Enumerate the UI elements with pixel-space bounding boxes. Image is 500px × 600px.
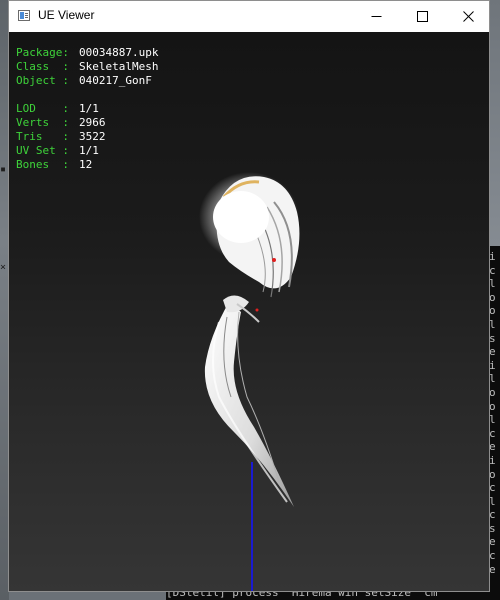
info-label: LOD : [16,102,76,115]
info-value: 2966 [79,116,106,129]
minimize-button[interactable] [353,1,399,32]
title-bar[interactable]: UE Viewer [9,1,489,32]
info-row-tris: Tris : 3522 [16,130,158,144]
3d-viewport[interactable]: Package: 00034887.upk Class : SkeletalMe… [9,32,489,591]
close-button[interactable] [445,1,491,32]
app-icon [18,10,30,21]
ue-viewer-window: UE Viewer Package: 00034887.upk Class: … [8,0,490,592]
info-label: UV Set : [16,144,76,157]
info-label: Class : [16,60,76,73]
info-value: 3522 [79,130,106,143]
window-title: UE Viewer [38,8,95,22]
info-value: 1/1 [79,144,99,157]
info-row-lod: LOD : 1/1 [16,102,158,116]
info-label: Object : [16,74,76,87]
info-row-verts: Verts : 2966 [16,116,158,130]
background-console-text: i c l o o l s e i l o o l c e i o c l c … [489,250,496,576]
close-icon [462,11,474,22]
info-value: SkeletalMesh [79,60,159,73]
info-label: Verts : [16,116,76,129]
info-value: 00034887.upk [79,46,159,59]
info-value: 1/1 [79,102,99,115]
info-value: 040217_GonF [79,74,152,87]
mesh-info-overlay: Package: 00034887.upk Class : SkeletalMe… [16,46,158,172]
desktop-edge-marker: ▪ [0,164,7,175]
maximize-icon [416,11,428,22]
info-row-bones: Bones : 12 [16,158,158,172]
maximize-button[interactable] [399,1,445,32]
info-row-object: Object : 040217_GonF [16,74,158,88]
info-value: 12 [79,158,93,171]
info-row-package: Package: 00034887.upk [16,46,158,60]
info-label: Package: [16,46,76,59]
info-label: Bones : [16,158,76,171]
minimize-icon [371,16,381,17]
desktop-edge-marker: × [0,262,7,273]
hair-mesh-model [199,172,300,507]
info-row-uv-set: UV Set : 1/1 [16,144,158,158]
info-row-class: Class : SkeletalMesh [16,60,158,74]
info-label: Tris : [16,130,76,143]
